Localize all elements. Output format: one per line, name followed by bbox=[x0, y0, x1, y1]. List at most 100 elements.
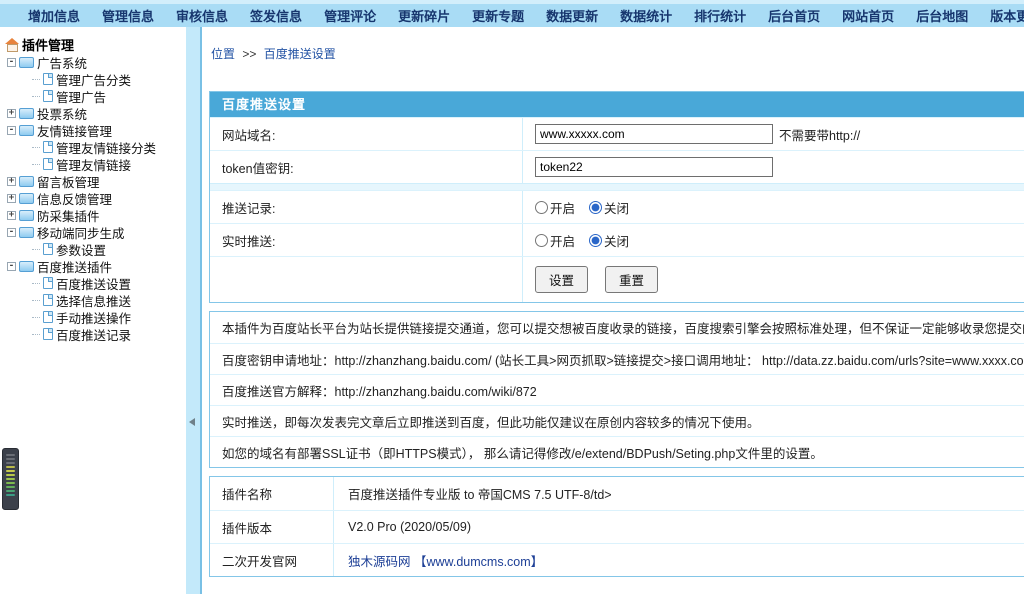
plugin-name-label: 插件名称 bbox=[210, 477, 334, 510]
tree-root-label: 插件管理 bbox=[22, 35, 74, 54]
tree-connector bbox=[32, 147, 40, 148]
tree-item-anti-collect[interactable]: 防采集插件 bbox=[7, 207, 186, 223]
realtime-off-label: 关闭 bbox=[604, 231, 629, 250]
help-row-ssl-note: 如您的域名有部署SSL证书（即HTTPS模式）， 那么请记得修改/e/exten… bbox=[210, 436, 1024, 467]
tree-item-param-settings[interactable]: 参数设置 bbox=[32, 241, 186, 257]
folder-icon bbox=[19, 227, 34, 238]
folder-icon bbox=[19, 108, 34, 119]
folder-icon bbox=[19, 261, 34, 272]
form-row-buttons: 设置 重置 bbox=[210, 256, 1024, 302]
tree-connector bbox=[32, 79, 40, 80]
panel-title: 百度推送设置 bbox=[210, 92, 1024, 117]
nav-item-manage-comments[interactable]: 管理评论 bbox=[324, 6, 376, 25]
realtime-off-radio[interactable] bbox=[589, 234, 602, 247]
plugin-name-value: 百度推送插件专业版 to 帝国CMS 7.5 UTF-8/td> bbox=[334, 477, 1024, 510]
about-row-version: 插件版本 V2.0 Pro (2020/05/09) bbox=[210, 510, 1024, 543]
folder-icon bbox=[19, 57, 34, 68]
realtime-on-radio[interactable] bbox=[535, 234, 548, 247]
tree-item-ad-system[interactable]: 广告系统 bbox=[7, 54, 186, 70]
realtime-on-label: 开启 bbox=[550, 231, 575, 250]
page-icon bbox=[43, 73, 53, 85]
push-log-on-label: 开启 bbox=[550, 198, 575, 217]
tree-root-plugin-management[interactable]: 插件管理 bbox=[5, 36, 186, 52]
nav-item-add-info[interactable]: 增加信息 bbox=[28, 6, 80, 25]
page-icon bbox=[43, 158, 53, 170]
tree-item-manage-link-category[interactable]: 管理友情链接分类 bbox=[32, 139, 186, 155]
page-icon bbox=[43, 294, 53, 306]
breadcrumb: 位置 >> 百度推送设置 bbox=[211, 45, 1024, 62]
nav-item-sign-info[interactable]: 签发信息 bbox=[250, 6, 302, 25]
nav-item-data-update[interactable]: 数据更新 bbox=[546, 6, 598, 25]
breadcrumb-page-link[interactable]: 百度推送设置 bbox=[264, 47, 336, 61]
page-icon bbox=[43, 277, 53, 289]
tree-item-baidu-push-settings[interactable]: 百度推送设置 bbox=[32, 275, 186, 291]
domain-input[interactable] bbox=[535, 124, 773, 144]
top-nav-bar: 增加信息 管理信息 审核信息 签发信息 管理评论 更新碎片 更新专题 数据更新 … bbox=[0, 0, 1024, 27]
tree-item-feedback[interactable]: 信息反馈管理 bbox=[7, 190, 186, 206]
tree-connector bbox=[32, 283, 40, 284]
nav-item-admin-map[interactable]: 后台地图 bbox=[916, 6, 968, 25]
dev-site-link[interactable]: 独木源码网 【www.dumcms.com】 bbox=[348, 551, 543, 570]
sidebar-splitter[interactable] bbox=[186, 27, 200, 594]
tree-expand-icon[interactable] bbox=[7, 109, 16, 118]
nav-item-site-home[interactable]: 网站首页 bbox=[842, 6, 894, 25]
page-icon bbox=[43, 243, 53, 255]
page-icon bbox=[43, 328, 53, 340]
tree-connector bbox=[32, 300, 40, 301]
tree-expand-icon[interactable] bbox=[7, 211, 16, 220]
folder-icon bbox=[19, 193, 34, 204]
tree-item-manage-ads[interactable]: 管理广告 bbox=[32, 88, 186, 104]
tree-item-baidu-push-log[interactable]: 百度推送记录 bbox=[32, 326, 186, 342]
tree-collapse-icon[interactable] bbox=[7, 58, 16, 67]
token-label: token值密钥: bbox=[210, 151, 523, 183]
tree-connector bbox=[32, 96, 40, 97]
nav-item-admin-home[interactable]: 后台首页 bbox=[768, 6, 820, 25]
breadcrumb-location-link[interactable]: 位置 bbox=[211, 47, 235, 61]
tree-item-select-info-push[interactable]: 选择信息推送 bbox=[32, 292, 186, 308]
tree-item-manual-push[interactable]: 手动推送操作 bbox=[32, 309, 186, 325]
page-icon bbox=[43, 311, 53, 323]
token-input[interactable] bbox=[535, 157, 773, 177]
tree-item-baidu-push-plugin[interactable]: 百度推送插件 bbox=[7, 258, 186, 274]
domain-label: 网站域名: bbox=[210, 118, 523, 150]
tree-collapse-icon[interactable] bbox=[7, 228, 16, 237]
plugin-version-value: V2.0 Pro (2020/05/09) bbox=[334, 511, 1024, 543]
push-log-off-radio[interactable] bbox=[589, 201, 602, 214]
content-area: 位置 >> 百度推送设置 百度推送设置 网站域名: 不需要带http:// to… bbox=[200, 27, 1024, 594]
folder-icon bbox=[19, 210, 34, 221]
nav-item-version-update[interactable]: 版本更新 bbox=[990, 6, 1024, 25]
plugin-about-panel: 插件名称 百度推送插件专业版 to 帝国CMS 7.5 UTF-8/td> 插件… bbox=[209, 476, 1024, 577]
tree-item-manage-ad-category[interactable]: 管理广告分类 bbox=[32, 71, 186, 87]
tree-collapse-icon[interactable] bbox=[7, 126, 16, 135]
tree-connector bbox=[32, 164, 40, 165]
tree-expand-icon[interactable] bbox=[7, 177, 16, 186]
tree-expand-icon[interactable] bbox=[7, 194, 16, 203]
nav-item-ranking-stats[interactable]: 排行统计 bbox=[694, 6, 746, 25]
tree-item-guestbook[interactable]: 留言板管理 bbox=[7, 173, 186, 189]
form-row-token: token值密钥: bbox=[210, 150, 1024, 183]
tree-collapse-icon[interactable] bbox=[7, 262, 16, 271]
collapse-arrow-icon[interactable] bbox=[189, 418, 195, 426]
main-layout: 插件管理 广告系统 管理广告分类 管理广告 投票系统 友情链接管理 bbox=[0, 27, 1024, 594]
tree-item-mobile-sync[interactable]: 移动端同步生成 bbox=[7, 224, 186, 240]
form-row-separator bbox=[210, 183, 1024, 190]
nav-item-update-topics[interactable]: 更新专题 bbox=[472, 6, 524, 25]
save-button[interactable]: 设置 bbox=[535, 266, 588, 293]
form-row-push-log: 推送记录: 开启 关闭 bbox=[210, 190, 1024, 223]
page-icon bbox=[43, 90, 53, 102]
push-log-on-radio[interactable] bbox=[535, 201, 548, 214]
tree-item-links-management[interactable]: 友情链接管理 bbox=[7, 122, 186, 138]
reset-button[interactable]: 重置 bbox=[605, 266, 658, 293]
tree-connector bbox=[32, 334, 40, 335]
tree-item-vote-system[interactable]: 投票系统 bbox=[7, 105, 186, 121]
buttons-label-spacer bbox=[210, 257, 523, 302]
nav-item-manage-info[interactable]: 管理信息 bbox=[102, 6, 154, 25]
nav-item-update-fragments[interactable]: 更新碎片 bbox=[398, 6, 450, 25]
baidu-push-settings-panel: 百度推送设置 网站域名: 不需要带http:// token值密钥: 推送记录: bbox=[209, 91, 1024, 303]
tree-connector bbox=[32, 249, 40, 250]
floating-meter-widget[interactable] bbox=[2, 448, 19, 510]
tree-item-manage-links[interactable]: 管理友情链接 bbox=[32, 156, 186, 172]
nav-item-data-stats[interactable]: 数据统计 bbox=[620, 6, 672, 25]
nav-item-review-info[interactable]: 审核信息 bbox=[176, 6, 228, 25]
help-row-official-doc: 百度推送官方解释：http://zhanzhang.baidu.com/wiki… bbox=[210, 374, 1024, 405]
